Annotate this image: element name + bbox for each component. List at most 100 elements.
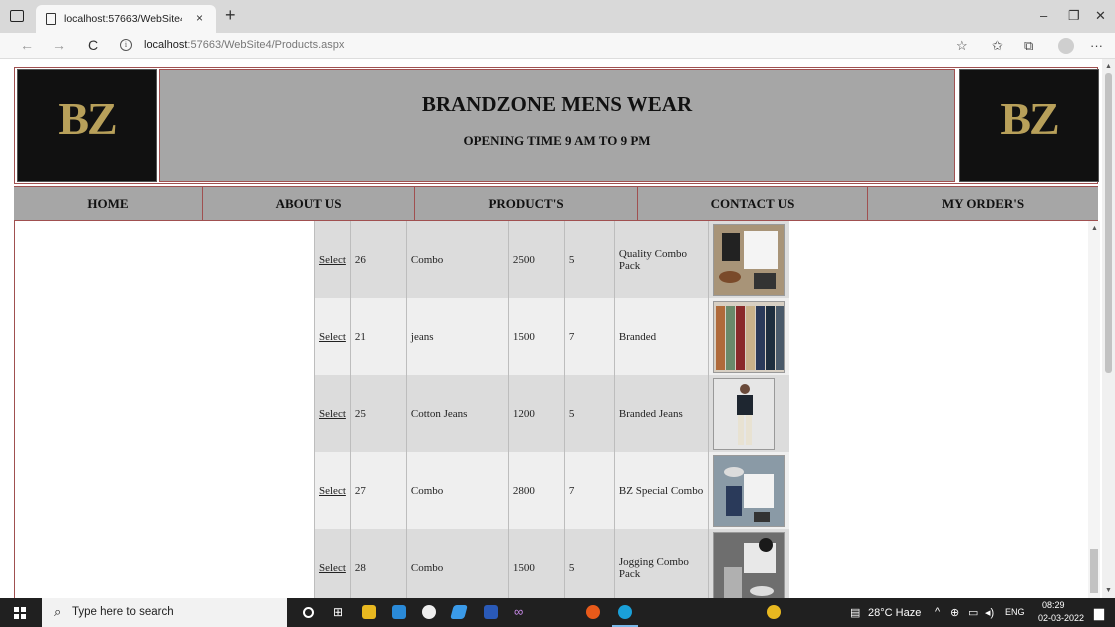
new-tab-icon[interactable]: + <box>225 5 236 26</box>
table-row: Select 27 Combo 2800 7 BZ Special Combo <box>314 452 789 529</box>
select-cell: Select <box>314 452 351 529</box>
page-scrollbar[interactable]: ▲ ▼ <box>1102 59 1115 598</box>
product-category: Combo <box>405 529 509 598</box>
product-qty: 7 <box>563 452 615 529</box>
scroll-thumb[interactable] <box>1105 73 1112 373</box>
site-info-icon[interactable]: i <box>120 39 132 51</box>
grid-scrollbar[interactable]: ▲ <box>1088 221 1100 598</box>
product-description: Jogging Combo Pack <box>613 529 709 598</box>
reload-icon[interactable]: C <box>88 37 98 53</box>
close-window-icon[interactable]: ✕ <box>1095 8 1106 24</box>
address-bar: ← → C i localhost:57663/WebSite4/Product… <box>0 33 1115 59</box>
table-row: Select 21 jeans 1500 7 Branded <box>314 298 789 375</box>
product-id: 25 <box>349 375 407 452</box>
scroll-down-icon[interactable]: ▼ <box>1105 587 1112 594</box>
site-title: BRANDZONE MENS WEAR <box>421 92 693 116</box>
collections-icon[interactable]: ⧉ <box>1024 38 1033 54</box>
visual-studio-icon[interactable]: ∞ <box>514 604 523 619</box>
language-indicator[interactable]: ENG <box>1005 607 1025 617</box>
taskbar: ⌕ Type here to search ⊞ ∞ ▤ 28°C Haze ^ … <box>0 598 1115 627</box>
product-price: 2800 <box>507 452 565 529</box>
special-combo-image <box>712 454 785 527</box>
product-category: jeans <box>405 298 509 375</box>
nav-about-us[interactable]: ABOUT US <box>203 187 415 220</box>
notifications-icon[interactable]: ▆ <box>1094 605 1104 621</box>
image-cell <box>707 375 789 452</box>
browser-tab[interactable]: localhost:57663/WebSite4/Produ × <box>36 5 216 33</box>
product-description: BZ Special Combo <box>613 452 709 529</box>
help-icon[interactable] <box>767 605 781 619</box>
read-aloud-icon[interactable]: ☆ <box>956 38 968 54</box>
chevron-up-icon[interactable]: ^ <box>935 606 940 618</box>
site-header: BZ BRANDZONE MENS WEAR OPENING TIME 9 AM… <box>14 67 1099 184</box>
product-description: Quality Combo Pack <box>613 221 709 298</box>
more-icon[interactable]: ··· <box>1090 38 1103 53</box>
logo-left: BZ <box>17 69 157 182</box>
chrome-icon[interactable] <box>586 605 600 619</box>
tab-close-icon[interactable]: × <box>196 11 203 25</box>
logo-text: BZ <box>58 93 117 144</box>
product-id: 21 <box>349 298 407 375</box>
logo-right: BZ <box>959 69 1099 182</box>
windows-start-icon[interactable] <box>14 607 26 619</box>
grid-scroll-up-icon[interactable]: ▲ <box>1091 225 1098 232</box>
search-placeholder: Type here to search <box>72 606 174 618</box>
nav-contact-us[interactable]: CONTACT US <box>638 187 868 220</box>
maximize-icon[interactable]: ❐ <box>1068 8 1080 24</box>
page-viewport: BZ BRANDZONE MENS WEAR OPENING TIME 9 AM… <box>0 59 1115 598</box>
network-icon[interactable]: ⊕ <box>950 606 959 619</box>
battery-icon[interactable]: ▭ <box>968 606 978 619</box>
minimize-icon[interactable]: – <box>1040 8 1047 23</box>
clock-time[interactable]: 08:29 <box>1042 600 1065 610</box>
github-icon[interactable] <box>422 605 436 619</box>
volume-icon[interactable]: ◂) <box>985 606 994 619</box>
profile-icon[interactable] <box>1058 38 1074 54</box>
vscode-icon[interactable] <box>450 605 468 619</box>
table-row: Select 28 Combo 1500 5 Jogging Combo Pac… <box>314 529 789 598</box>
task-view-icon[interactable]: ⊞ <box>333 605 343 619</box>
table-row: Select 25 Cotton Jeans 1200 5 Branded Je… <box>314 375 789 452</box>
combo-pack-image <box>712 223 785 296</box>
select-link[interactable]: Select <box>319 254 346 266</box>
product-id: 26 <box>349 221 407 298</box>
word-icon[interactable] <box>484 605 498 619</box>
edge-icon[interactable] <box>618 605 632 619</box>
taskbar-search[interactable]: ⌕ Type here to search <box>42 598 287 627</box>
select-link[interactable]: Select <box>319 485 346 497</box>
product-qty: 5 <box>563 375 615 452</box>
product-description: Branded <box>613 298 709 375</box>
grid-scroll-thumb[interactable] <box>1090 549 1098 593</box>
select-cell: Select <box>314 375 351 452</box>
weather-text[interactable]: 28°C Haze <box>868 607 921 619</box>
select-cell: Select <box>314 298 351 375</box>
url-path: :57663/WebSite4/Products.aspx <box>187 39 345 51</box>
weather-icon[interactable]: ▤ <box>850 606 860 619</box>
browser-tab-bar: localhost:57663/WebSite4/Produ × + – ❐ ✕ <box>0 0 1115 33</box>
main-nav: HOME ABOUT US PRODUCT'S CONTACT US MY OR… <box>14 186 1098 221</box>
nav-home[interactable]: HOME <box>14 187 203 220</box>
tab-title: localhost:57663/WebSite4/Produ <box>64 13 182 25</box>
tab-actions-icon[interactable] <box>10 10 24 22</box>
select-link[interactable]: Select <box>319 562 346 574</box>
mail-icon[interactable] <box>392 605 406 619</box>
back-icon[interactable]: ← <box>20 37 34 53</box>
nav-my-orders[interactable]: MY ORDER'S <box>868 187 1098 220</box>
image-cell <box>707 298 789 375</box>
clock-date[interactable]: 02-03-2022 <box>1038 613 1084 623</box>
url-field[interactable]: localhost:57663/WebSite4/Products.aspx <box>144 39 344 51</box>
scroll-up-icon[interactable]: ▲ <box>1105 63 1112 70</box>
product-category: Combo <box>405 452 509 529</box>
product-qty: 5 <box>563 529 615 598</box>
product-qty: 5 <box>563 221 615 298</box>
file-explorer-icon[interactable] <box>362 605 376 619</box>
image-cell <box>707 529 789 598</box>
select-link[interactable]: Select <box>319 331 346 343</box>
select-link[interactable]: Select <box>319 408 346 420</box>
cortana-icon[interactable] <box>303 607 314 618</box>
header-banner: BRANDZONE MENS WEAR OPENING TIME 9 AM TO… <box>159 69 955 182</box>
select-cell: Select <box>314 529 351 598</box>
page-icon <box>46 13 56 25</box>
forward-icon[interactable]: → <box>52 37 66 53</box>
nav-products[interactable]: PRODUCT'S <box>415 187 638 220</box>
favorites-icon[interactable]: ✩ <box>992 38 1003 54</box>
